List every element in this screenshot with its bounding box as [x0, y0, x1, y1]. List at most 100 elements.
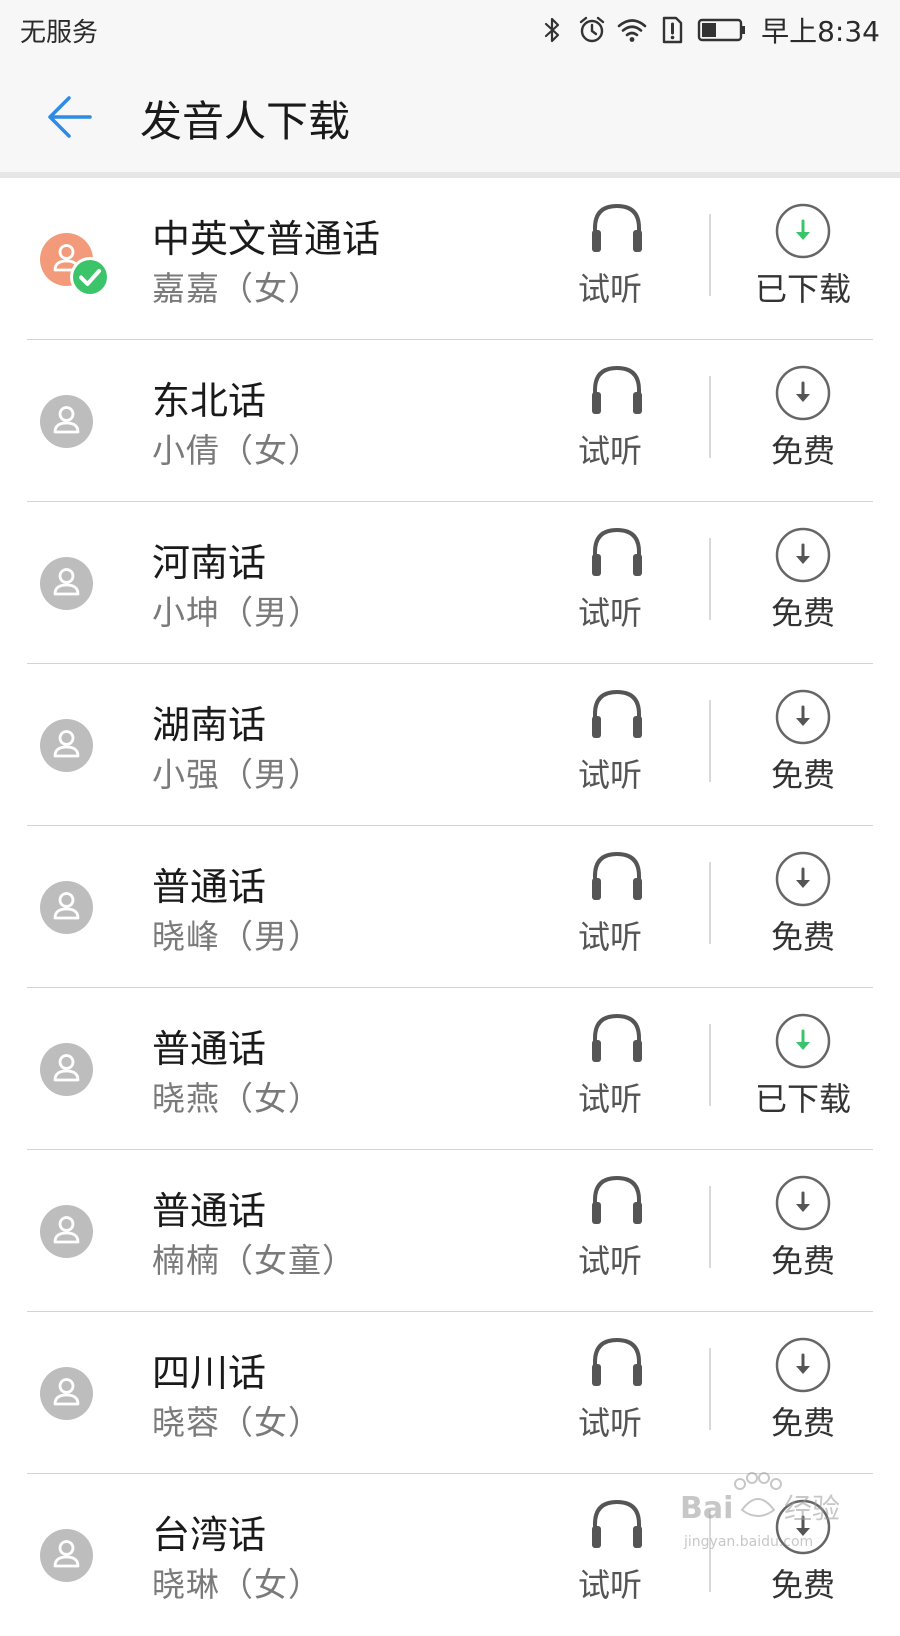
- voice-speaker: 晓燕（女）: [152, 1079, 322, 1118]
- voice-name: 东北话: [152, 379, 267, 423]
- divider: [709, 1186, 711, 1268]
- download-icon: [775, 1337, 831, 1393]
- voice-speaker: 楠楠（女童）: [152, 1241, 356, 1280]
- arrow-left-icon: [48, 96, 92, 138]
- avatar: [40, 557, 93, 610]
- avatar: [40, 1367, 93, 1420]
- download-button[interactable]: 免费: [738, 1334, 868, 1454]
- download-icon: [775, 527, 831, 583]
- voice-row[interactable]: 普通话晓燕（女） 试听 已下载: [0, 988, 900, 1150]
- preview-button[interactable]: 试听: [578, 686, 668, 806]
- download-button[interactable]: 免费: [738, 524, 868, 644]
- svg-text:经验: 经验: [784, 1492, 840, 1525]
- person-icon: [53, 568, 80, 596]
- voice-speaker: 晓峰（男）: [152, 917, 322, 956]
- voice-speaker: 小强（男）: [152, 755, 322, 794]
- bluetooth-icon: [545, 17, 560, 43]
- download-button[interactable]: 已下载: [738, 200, 868, 320]
- clock: 早上8:34: [761, 15, 880, 48]
- download-button[interactable]: 免费: [738, 848, 868, 968]
- voice-name: 普通话: [152, 1027, 267, 1071]
- headphones-icon: [592, 365, 642, 414]
- preview-label: 试听: [578, 756, 643, 794]
- person-icon: [53, 730, 80, 758]
- download-label: 免费: [770, 1242, 835, 1280]
- preview-label: 试听: [578, 1566, 643, 1604]
- divider: [709, 1024, 711, 1106]
- preview-button[interactable]: 试听: [578, 1172, 668, 1292]
- headphones-icon: [592, 689, 642, 738]
- status-icons: 早上8:34: [537, 10, 880, 50]
- download-button[interactable]: 免费: [738, 362, 868, 482]
- download-label: 免费: [770, 1404, 835, 1442]
- svg-text:jingyan.baidu.com: jingyan.baidu.com: [683, 1534, 813, 1550]
- voice-row[interactable]: 四川话晓蓉（女） 试听 免费: [0, 1312, 900, 1474]
- preview-button[interactable]: 试听: [578, 1496, 668, 1616]
- voice-row[interactable]: 普通话楠楠（女童） 试听 免费: [0, 1150, 900, 1312]
- baidu-jingyan-watermark: Bai 经验 jingyan.baidu.com: [680, 1472, 840, 1550]
- avatar: [40, 719, 93, 772]
- voice-name: 台湾话: [152, 1513, 267, 1557]
- headphones-icon: [592, 851, 642, 900]
- voice-speaker: 嘉嘉（女）: [152, 269, 322, 308]
- headphones-icon: [592, 527, 642, 576]
- alarm-icon: [579, 16, 605, 43]
- voice-row[interactable]: 湖南话小强（男） 试听 免费: [0, 664, 900, 826]
- voice-row[interactable]: 东北话小倩（女） 试听 免费: [0, 340, 900, 502]
- download-icon: [775, 1175, 831, 1231]
- voice-speaker: 晓琳（女）: [152, 1565, 322, 1604]
- voice-row[interactable]: 普通话晓峰（男） 试听 免费: [0, 826, 900, 988]
- selected-check-icon: [70, 257, 110, 297]
- voice-list: 中英文普通话 嘉嘉（女） 试听 已下载 东北话 小倩（女） 试听 免费 河南话 小坤（男） 试听 免费…: [0, 178, 900, 1636]
- avatar: [40, 395, 93, 448]
- voice-row[interactable]: 中英文普通话 嘉嘉（女） 试听 已下载: [0, 178, 900, 340]
- battery-icon: [697, 18, 746, 42]
- headphones-icon: [592, 1337, 642, 1386]
- divider: [709, 376, 711, 458]
- app-bar: 发音人下载: [0, 62, 900, 178]
- divider: [709, 538, 711, 620]
- divider: [709, 1348, 711, 1430]
- download-label: 免费: [770, 1566, 835, 1604]
- divider: [709, 700, 711, 782]
- preview-button[interactable]: 试听: [578, 200, 668, 320]
- preview-label: 试听: [578, 1080, 643, 1118]
- download-label: 免费: [770, 594, 835, 632]
- preview-label: 试听: [578, 270, 643, 308]
- voice-speaker: 小倩（女）: [152, 431, 322, 470]
- preview-button[interactable]: 试听: [578, 524, 668, 644]
- preview-button[interactable]: 试听: [578, 848, 668, 968]
- download-button[interactable]: 免费: [738, 1172, 868, 1292]
- download-icon: [775, 1013, 831, 1069]
- download-label: 免费: [770, 918, 835, 956]
- divider: [709, 214, 711, 296]
- voice-name: 湖南话: [152, 703, 267, 747]
- voice-name: 四川话: [152, 1351, 267, 1395]
- headphones-icon: [592, 1175, 642, 1224]
- voice-speaker: 晓蓉（女）: [152, 1403, 322, 1442]
- download-button[interactable]: 已下载: [738, 1010, 868, 1130]
- voice-name: 普通话: [152, 1189, 267, 1233]
- voice-row[interactable]: 河南话 小坤（男） 试听 免费: [0, 502, 900, 664]
- download-button[interactable]: 免费: [738, 686, 868, 806]
- download-label: 已下载: [754, 270, 851, 308]
- divider: [709, 862, 711, 944]
- preview-label: 试听: [578, 918, 643, 956]
- headphones-icon: [592, 1013, 642, 1062]
- person-icon: [53, 1378, 80, 1406]
- preview-label: 试听: [578, 1404, 643, 1442]
- back-button[interactable]: [30, 84, 110, 150]
- download-icon: [775, 689, 831, 745]
- person-icon: [53, 1054, 80, 1082]
- preview-label: 试听: [578, 1242, 643, 1280]
- person-icon: [53, 892, 80, 920]
- preview-button[interactable]: 试听: [578, 1334, 668, 1454]
- preview-button[interactable]: 试听: [578, 362, 668, 482]
- headphones-icon: [592, 203, 642, 252]
- download-label: 免费: [770, 756, 835, 794]
- preview-button[interactable]: 试听: [578, 1010, 668, 1130]
- headphones-icon: [592, 1499, 642, 1548]
- sim-alert-icon: [662, 16, 683, 44]
- voice-name: 普通话: [152, 865, 267, 909]
- download-icon: [775, 851, 831, 907]
